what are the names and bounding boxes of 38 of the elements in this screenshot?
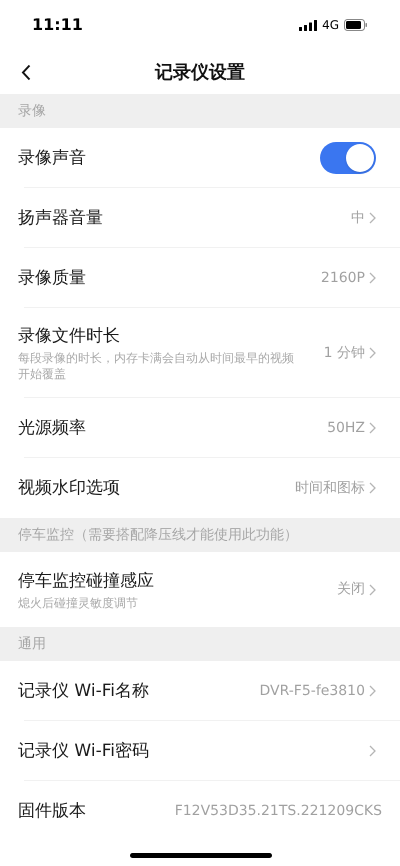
chevron-right-icon [369, 272, 376, 284]
row-label: 扬声器音量 [18, 207, 104, 230]
chevron-right-icon [369, 584, 376, 596]
row-label: 视频水印选项 [18, 477, 121, 500]
row-label: 记录仪 Wi-Fi密码 [18, 740, 150, 763]
chevron-right-icon [369, 685, 376, 697]
row-value: 时间和图标 [295, 478, 365, 498]
row-value: 关闭 [337, 580, 365, 599]
status-time: 11:11 [32, 14, 83, 36]
row-value: 50HZ [327, 418, 365, 438]
row-label: 记录仪 Wi-Fi名称 [18, 680, 150, 703]
row-label: 录像声音 [18, 147, 87, 170]
row-label: 固件版本 [18, 800, 87, 823]
chevron-right-icon [369, 745, 376, 757]
network-type: 4G [322, 17, 339, 34]
row-value: 2160P [320, 268, 365, 288]
row-value: F12V53D35.21TS.221209CKS [174, 802, 382, 820]
row-label: 光源频率 [18, 417, 87, 440]
row-value: 1 分钟 [324, 344, 365, 362]
toggle-switch[interactable] [320, 142, 376, 174]
section-header: 停车监控（需要搭配降压线才能使用此功能） [0, 518, 400, 552]
chevron-right-icon [369, 482, 376, 494]
row-description: 熄火后碰撞灵敏度调节 [18, 594, 139, 610]
page-title: 记录仪设置 [155, 60, 245, 84]
signal-icon [299, 20, 318, 30]
row-label: 停车监控碰撞感应 [18, 570, 155, 592]
row-label: 录像文件时长 [18, 325, 121, 348]
back-icon [21, 64, 31, 80]
section-header: 通用 [0, 627, 400, 661]
chevron-right-icon [369, 347, 376, 359]
row-description: 每段录像的时长，内存卡满会自动从时间最早的视频开始覆盖 [18, 350, 295, 382]
battery-icon [344, 19, 368, 31]
row-value: DVR-F5-fe3810 [259, 682, 365, 700]
section-header: 录像 [0, 94, 400, 128]
chevron-right-icon [369, 422, 376, 434]
chevron-right-icon [369, 212, 376, 224]
row-value: 中 [351, 208, 365, 228]
row-label: 录像质量 [18, 267, 87, 290]
